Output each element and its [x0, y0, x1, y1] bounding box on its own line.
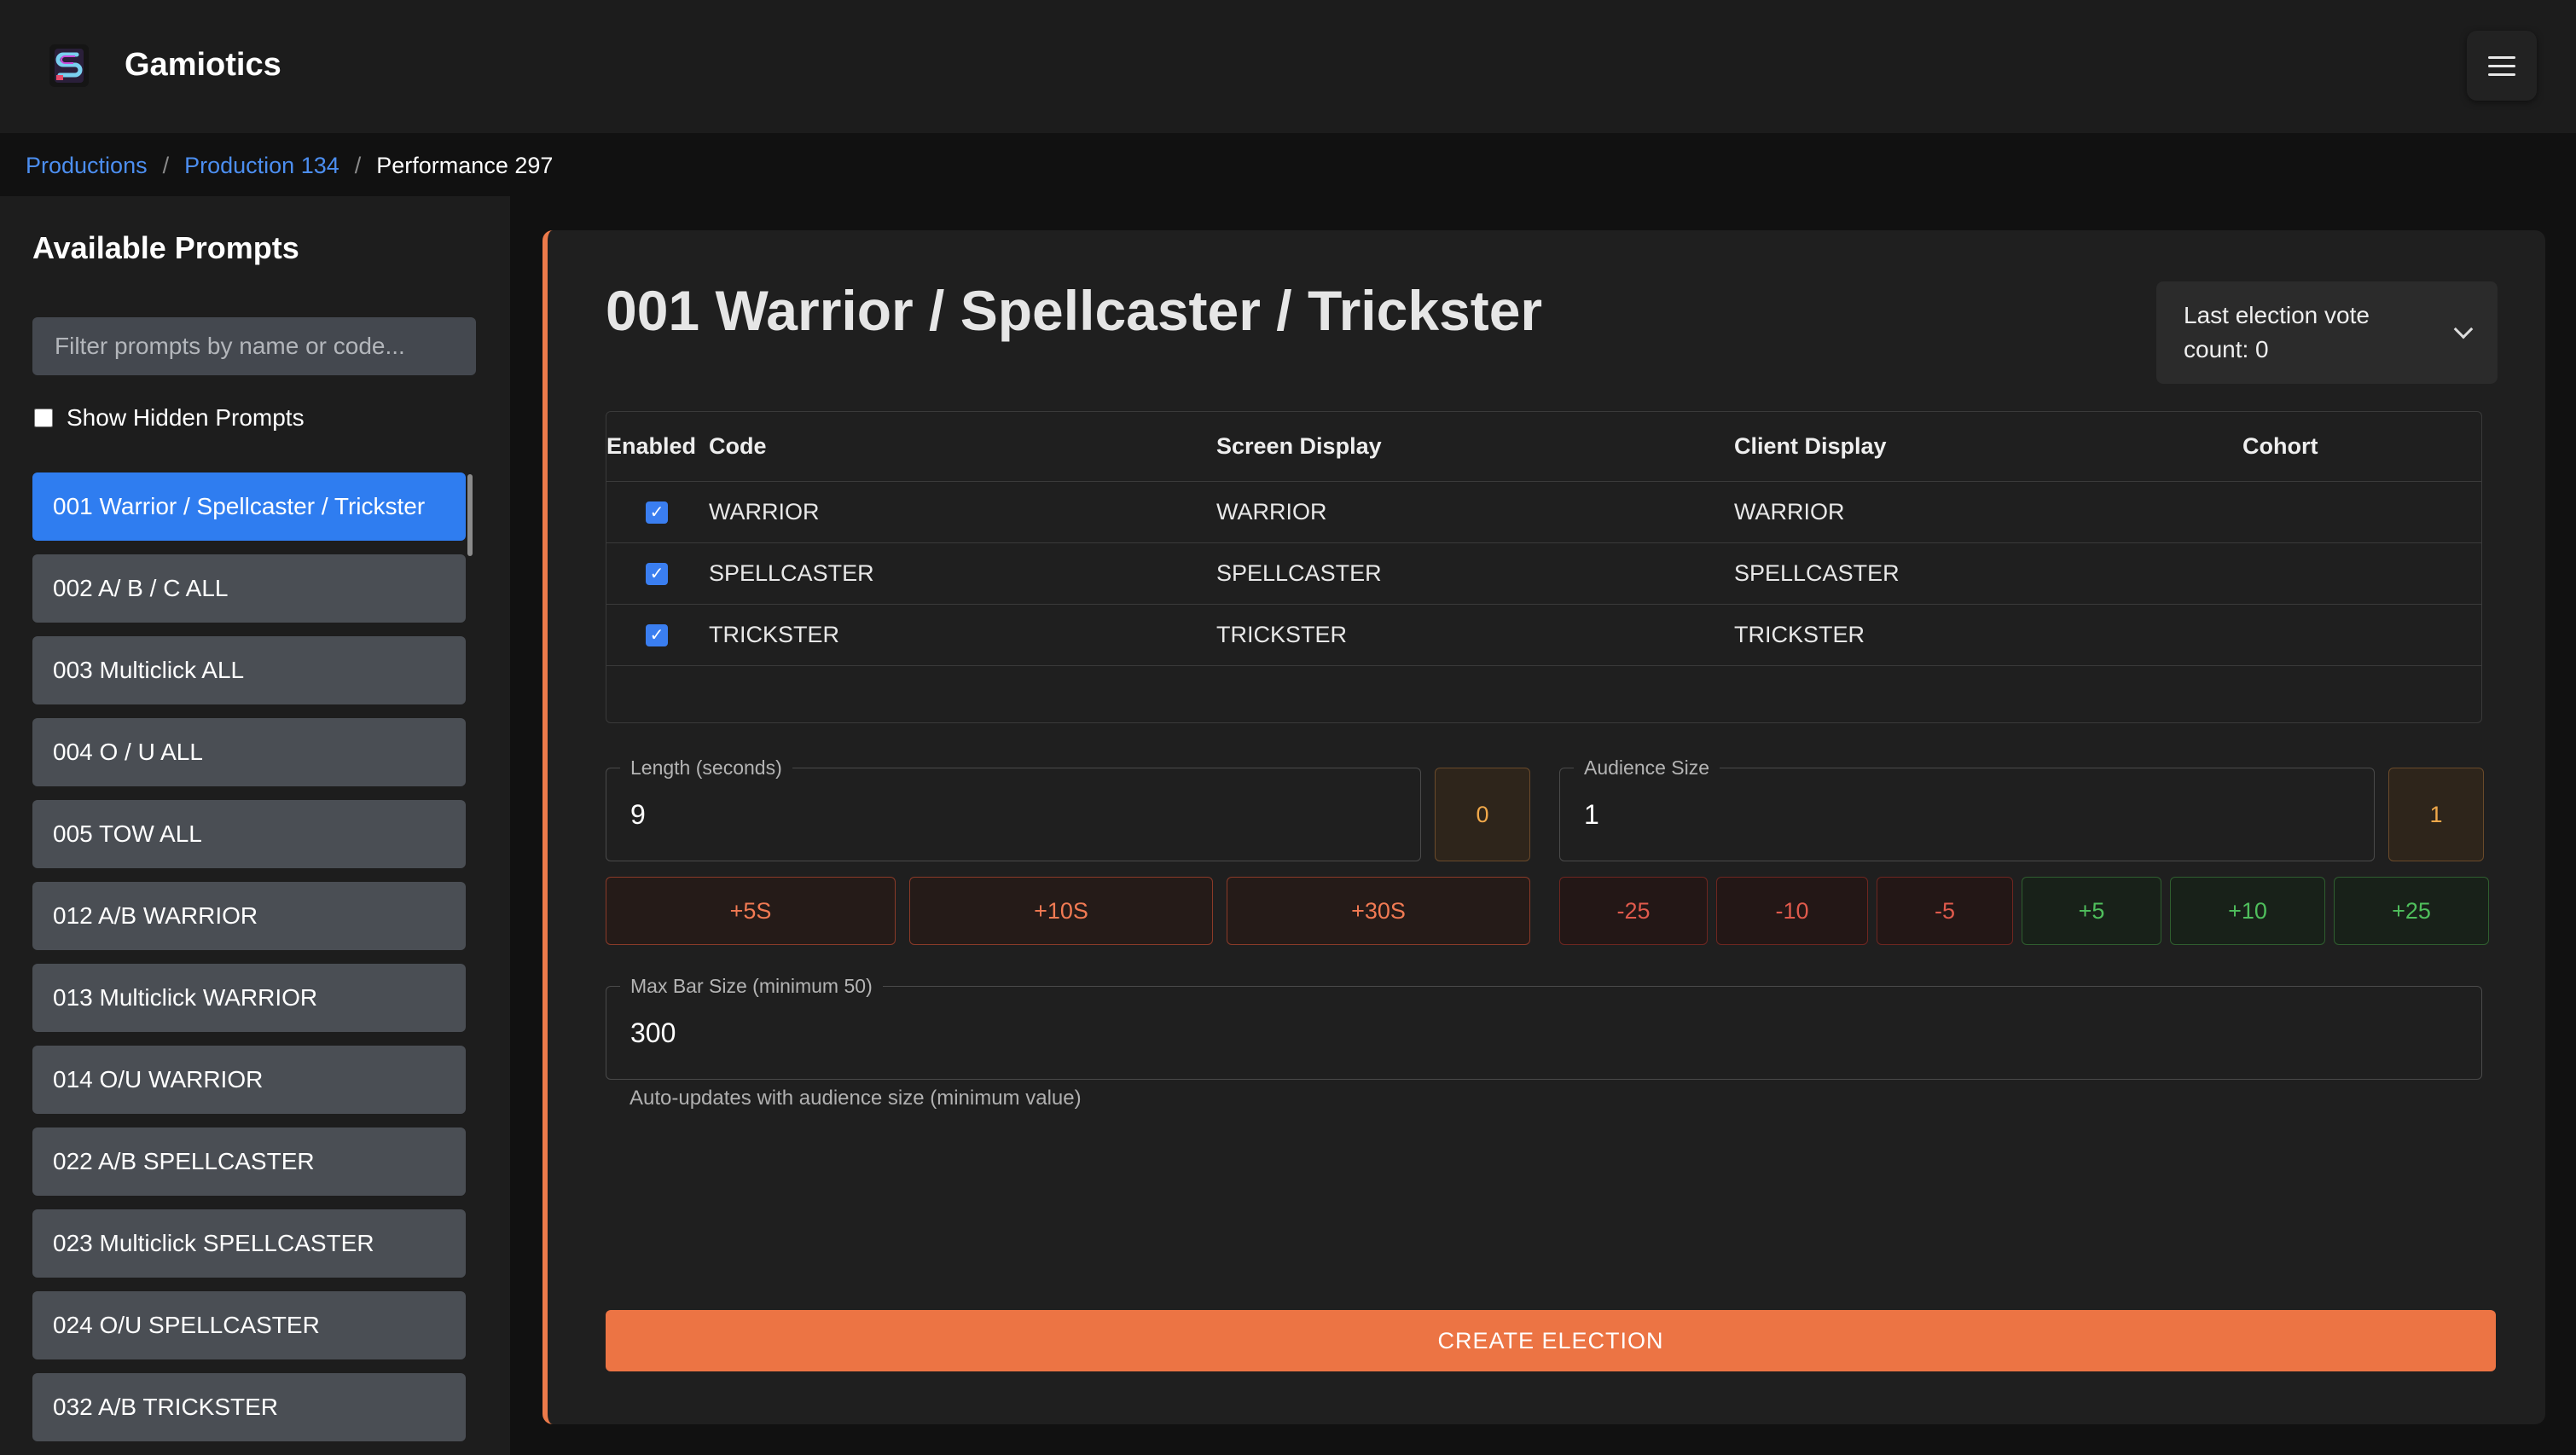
- show-hidden-checkbox[interactable]: [34, 409, 53, 427]
- prompt-item-014[interactable]: 014 O/U WARRIOR: [32, 1046, 466, 1114]
- header-client-display: Client Display: [1734, 433, 1887, 459]
- row-client-display: SPELLCASTER: [1734, 560, 1900, 586]
- max-bar-helper-text: Auto-updates with audience size (minimum…: [629, 1087, 1082, 1110]
- audience-minus-10-button[interactable]: -10: [1716, 877, 1868, 945]
- prompt-item-023[interactable]: 023 Multiclick SPELLCASTER: [32, 1209, 466, 1278]
- show-hidden-label: Show Hidden Prompts: [67, 404, 305, 431]
- last-vote-count-dropdown[interactable]: Last election vote count: 0: [2156, 281, 2498, 384]
- breadcrumb-current-performance: Performance 297: [376, 152, 554, 178]
- max-bar-size-input[interactable]: [630, 987, 2471, 1079]
- max-bar-size-field: Max Bar Size (minimum 50): [606, 975, 2482, 1080]
- row-screen-display: SPELLCASTER: [1216, 560, 1382, 586]
- row-code: WARRIOR: [709, 499, 820, 525]
- breadcrumb: Productions / Production 134 / Performan…: [26, 150, 553, 181]
- create-election-button[interactable]: CREATE ELECTION: [606, 1310, 2496, 1371]
- sidebar-title: Available Prompts: [32, 230, 299, 265]
- prompt-item-001[interactable]: 001 Warrior / Spellcaster / Trickster: [32, 472, 466, 541]
- breadcrumb-separator: /: [354, 152, 362, 178]
- chevron-down-icon: [2453, 319, 2474, 339]
- audience-size-input[interactable]: [1584, 768, 2364, 861]
- breadcrumb-production[interactable]: Production 134: [184, 153, 339, 179]
- table-header: Enabled Code Screen Display Client Displ…: [606, 412, 2481, 482]
- breadcrumb-separator: /: [162, 152, 170, 178]
- header-screen-display: Screen Display: [1216, 433, 1382, 459]
- prompt-item-032[interactable]: 032 A/B TRICKSTER: [32, 1373, 466, 1441]
- audience-plus-10-button[interactable]: +10: [2170, 877, 2325, 945]
- enabled-checkbox[interactable]: ✓: [646, 501, 668, 524]
- prompt-item-002[interactable]: 002 A/ B / C ALL: [32, 554, 466, 623]
- add-5s-button[interactable]: +5S: [606, 877, 896, 945]
- prompt-filter-input[interactable]: [32, 317, 476, 375]
- last-vote-count-label: Last election vote count: 0: [2184, 302, 2370, 362]
- prompt-item-024[interactable]: 024 O/U SPELLCASTER: [32, 1291, 466, 1359]
- gamiotics-logo-icon: [49, 44, 89, 87]
- row-screen-display: WARRIOR: [1216, 499, 1327, 525]
- prompt-item-005[interactable]: 005 TOW ALL: [32, 800, 466, 868]
- table-row: ✓ TRICKSTER TRICKSTER TRICKSTER: [606, 605, 2481, 666]
- header-code: Code: [709, 433, 767, 459]
- prompts-sidebar: Available Prompts Show Hidden Prompts 00…: [0, 196, 510, 1455]
- header-enabled: Enabled: [606, 433, 697, 459]
- app-title: Gamiotics: [125, 47, 281, 83]
- prompt-item-004[interactable]: 004 O / U ALL: [32, 718, 466, 786]
- prompt-item-022[interactable]: 022 A/B SPELLCASTER: [32, 1127, 466, 1196]
- top-app-bar: Gamiotics: [0, 0, 2576, 133]
- row-client-display: TRICKSTER: [1734, 622, 1865, 647]
- row-code: SPELLCASTER: [709, 560, 874, 586]
- prompt-item-003[interactable]: 003 Multiclick ALL: [32, 636, 466, 704]
- length-remaining-badge: 0: [1435, 768, 1530, 861]
- add-30s-button[interactable]: +30S: [1227, 877, 1530, 945]
- row-screen-display: TRICKSTER: [1216, 622, 1348, 647]
- audience-size-field: Audience Size: [1559, 756, 2375, 861]
- row-code: TRICKSTER: [709, 622, 840, 647]
- audience-plus-5-button[interactable]: +5: [2022, 877, 2161, 945]
- show-hidden-prompts-toggle[interactable]: Show Hidden Prompts: [34, 404, 305, 432]
- breadcrumb-productions[interactable]: Productions: [26, 153, 148, 179]
- election-config-card: 001 Warrior / Spellcaster / Trickster La…: [542, 230, 2545, 1424]
- selected-prompt-heading: 001 Warrior / Spellcaster / Trickster: [606, 279, 1543, 342]
- options-table: Enabled Code Screen Display Client Displ…: [606, 411, 2482, 723]
- row-client-display: WARRIOR: [1734, 499, 1845, 525]
- prompt-item-013[interactable]: 013 Multiclick WARRIOR: [32, 964, 466, 1032]
- audience-minus-25-button[interactable]: -25: [1559, 877, 1708, 945]
- hamburger-menu-icon[interactable]: [2467, 31, 2537, 101]
- length-seconds-input[interactable]: [630, 768, 1410, 861]
- enabled-checkbox[interactable]: ✓: [646, 623, 668, 646]
- table-row: ✓ SPELLCASTER SPELLCASTER SPELLCASTER: [606, 543, 2481, 605]
- prompt-list-scrollbar[interactable]: [467, 474, 473, 556]
- prompt-list: 001 Warrior / Spellcaster / Trickster 00…: [32, 472, 476, 1455]
- add-10s-button[interactable]: +10S: [909, 877, 1213, 945]
- prompt-item-012[interactable]: 012 A/B WARRIOR: [32, 882, 466, 950]
- length-seconds-field: Length (seconds): [606, 756, 1421, 861]
- audience-plus-25-button[interactable]: +25: [2334, 877, 2489, 945]
- audience-size-badge: 1: [2388, 768, 2484, 861]
- enabled-checkbox[interactable]: ✓: [646, 562, 668, 585]
- header-cohort: Cohort: [2242, 433, 2318, 459]
- audience-minus-5-button[interactable]: -5: [1877, 877, 2013, 945]
- table-row: ✓ WARRIOR WARRIOR WARRIOR: [606, 482, 2481, 543]
